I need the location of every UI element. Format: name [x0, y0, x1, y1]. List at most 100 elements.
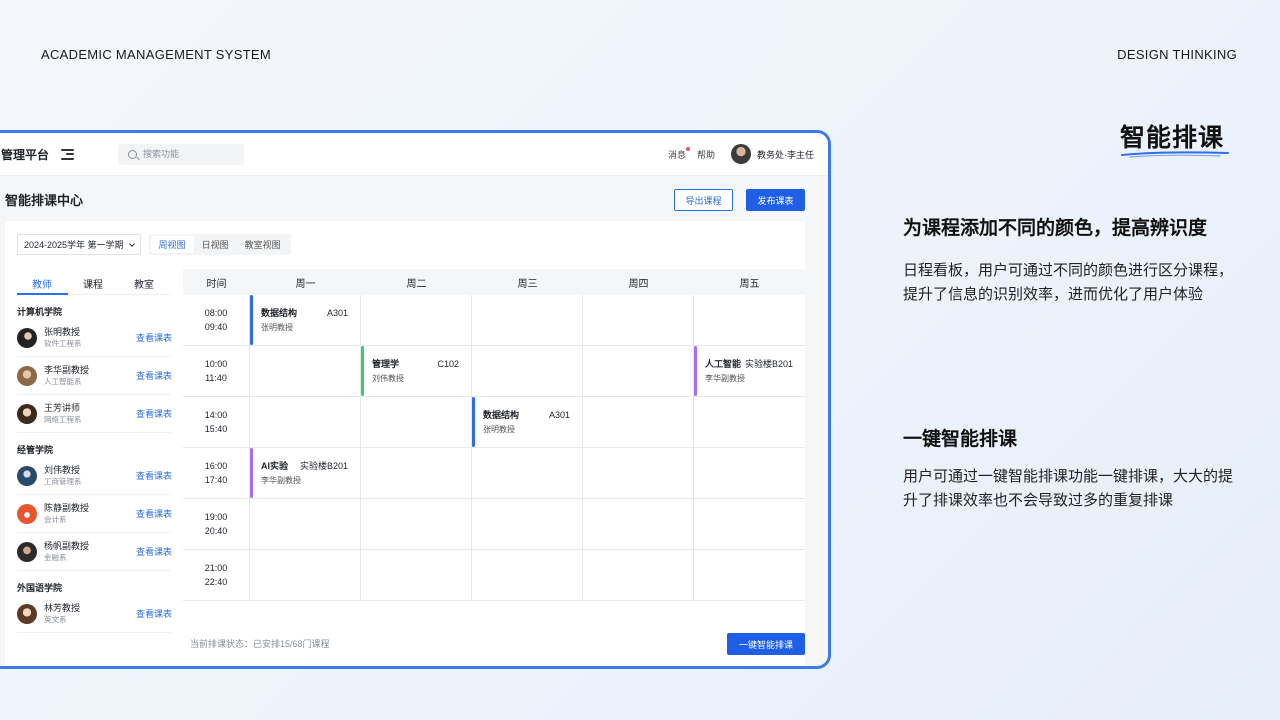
- teacher-item[interactable]: 林芳教授 英文系 查看课表: [17, 595, 172, 633]
- slot-end-time: 22:40: [204, 577, 228, 587]
- schedule-cell[interactable]: [472, 448, 583, 499]
- teacher-item[interactable]: 陈静副教授 会计系 查看课表: [17, 495, 172, 533]
- title-underline-decoration: [1121, 151, 1229, 158]
- top-bar: 管理平台 消息 帮助 教务处·李主任: [0, 133, 828, 176]
- sidebar-tab-teacher[interactable]: 教师: [32, 276, 52, 291]
- schedule-cell[interactable]: 数据结构 A301 张明教授: [250, 295, 361, 346]
- grid-header-wed: 周三: [517, 278, 538, 290]
- menu-fold-icon[interactable]: [61, 148, 75, 160]
- slot-end-time: 09:40: [204, 322, 228, 332]
- course-color-bar: [694, 346, 697, 396]
- schedule-cell[interactable]: [472, 346, 583, 397]
- grid-header-tue: 周二: [406, 278, 427, 290]
- messages-link[interactable]: 消息: [668, 146, 690, 161]
- teacher-item[interactable]: 杨帆副教授 金融系 查看课表: [17, 533, 172, 571]
- term-select[interactable]: 2024-2025学年 第一学期: [17, 234, 141, 255]
- publish-schedule-button[interactable]: 发布课表: [746, 189, 805, 211]
- view-schedule-link[interactable]: 查看课表: [136, 469, 172, 482]
- schedule-cell[interactable]: [694, 295, 805, 346]
- view-schedule-link[interactable]: 查看课表: [136, 607, 172, 620]
- feature-title: 智能排课: [1120, 124, 1225, 152]
- schedule-cell[interactable]: [694, 550, 805, 601]
- course-name: 人工智能: [705, 359, 742, 369]
- help-link[interactable]: 帮助: [697, 148, 715, 161]
- search-input[interactable]: [143, 149, 234, 159]
- course-card[interactable]: 管理学 C102 刘伟教授: [361, 346, 471, 396]
- schedule-cell[interactable]: [250, 550, 361, 601]
- slot-end-time: 11:40: [205, 373, 227, 383]
- schedule-cell[interactable]: [361, 448, 472, 499]
- schedule-cell[interactable]: [694, 397, 805, 448]
- search-box[interactable]: [118, 143, 245, 165]
- teacher-name: 林芳教授: [44, 603, 81, 613]
- course-name: 管理学: [372, 359, 400, 369]
- department-heading: 外国语学院: [17, 583, 63, 593]
- course-card[interactable]: 数据结构 A301 张明教授: [250, 295, 360, 345]
- schedule-cell[interactable]: [583, 346, 694, 397]
- schedule-cell[interactable]: [472, 499, 583, 550]
- sidebar-tabs: 教师 课程 教室: [17, 269, 171, 295]
- term-select-value: 2024-2025学年 第一学期: [24, 240, 124, 250]
- teacher-item[interactable]: 张明教授 软件工程系 查看课表: [17, 319, 172, 357]
- schedule-cell[interactable]: [361, 550, 472, 601]
- schedule-cell[interactable]: [250, 346, 361, 397]
- course-card[interactable]: 数据结构 A301 张明教授: [472, 397, 582, 447]
- schedule-cell[interactable]: [472, 295, 583, 346]
- export-course-button[interactable]: 导出课程: [674, 189, 733, 211]
- teacher-item[interactable]: 刘伟教授 工商管理系 查看课表: [17, 457, 172, 495]
- slot-start-time: 21:00: [204, 563, 228, 573]
- schedule-cell[interactable]: AI实验 实验楼B201 李华副教授: [250, 448, 361, 499]
- view-schedule-link[interactable]: 查看课表: [136, 407, 172, 420]
- teacher-sidebar: 教师 课程 教室 计算机学院 张明教授 软件工程系 查看课表 李华副教授 人工智能系 查看课…: [5, 269, 183, 666]
- tab-classroom-view[interactable]: 教室视图: [237, 236, 289, 253]
- schedule-cell[interactable]: [583, 448, 694, 499]
- section1-title: 为课程添加不同的颜色，提高辨识度: [903, 218, 1208, 239]
- view-schedule-link[interactable]: 查看课表: [136, 545, 172, 558]
- view-schedule-link[interactable]: 查看课表: [136, 331, 172, 344]
- course-color-bar: [250, 295, 253, 345]
- schedule-cell[interactable]: [583, 550, 694, 601]
- teacher-major: 人工智能系: [44, 377, 82, 386]
- sidebar-tab-course[interactable]: 课程: [83, 276, 103, 291]
- schedule-cell[interactable]: [583, 295, 694, 346]
- teacher-major: 网络工程系: [44, 415, 82, 424]
- schedule-cell[interactable]: [583, 397, 694, 448]
- user-name[interactable]: 教务处·李主任: [757, 148, 814, 161]
- teacher-name: 王芳讲师: [44, 403, 81, 413]
- time-slot-row: 19:00 20:40: [183, 499, 805, 550]
- view-schedule-link[interactable]: 查看课表: [136, 369, 172, 382]
- view-tabs: 周视图 日视图 教室视图: [148, 234, 291, 255]
- schedule-cell[interactable]: 数据结构 A301 张明教授: [472, 397, 583, 448]
- teacher-item[interactable]: 李华副教授 人工智能系 查看课表: [17, 357, 172, 395]
- schedule-cell[interactable]: [472, 550, 583, 601]
- teacher-name: 刘伟教授: [44, 465, 81, 475]
- schedule-cell[interactable]: [361, 499, 472, 550]
- user-avatar[interactable]: [731, 144, 751, 164]
- teacher-avatar: [17, 327, 37, 348]
- schedule-cell[interactable]: [361, 295, 472, 346]
- view-schedule-link[interactable]: 查看课表: [136, 507, 172, 520]
- tab-week-view[interactable]: 周视图: [150, 236, 194, 253]
- teacher-item[interactable]: 王芳讲师网络工程系 查看课表: [17, 395, 172, 433]
- page-title: 智能排课中心: [5, 193, 84, 208]
- schedule-cell[interactable]: [361, 397, 472, 448]
- schedule-cell[interactable]: 人工智能 实验楼B201 李华副教授: [694, 346, 805, 397]
- teacher-avatar: [17, 503, 37, 524]
- time-slot-label: 10:00 11:40: [183, 346, 250, 397]
- schedule-cell[interactable]: [694, 448, 805, 499]
- sidebar-tab-classroom[interactable]: 教室: [134, 276, 154, 291]
- time-slot-row: 10:00 11:40 管理学 C102 刘伟教授 人工智能 实验楼B201 李华副教授: [183, 346, 805, 397]
- schedule-cell[interactable]: [250, 397, 361, 448]
- course-card[interactable]: 人工智能 实验楼B201 李华副教授: [694, 346, 805, 396]
- tab-day-view[interactable]: 日视图: [194, 236, 237, 253]
- schedule-cell[interactable]: [694, 499, 805, 550]
- schedule-cell[interactable]: [583, 499, 694, 550]
- slot-end-time: 15:40: [204, 424, 228, 434]
- smart-schedule-button[interactable]: 一键智能排课: [727, 633, 805, 655]
- course-room: 实验楼B201: [299, 461, 348, 471]
- schedule-cell[interactable]: 管理学 C102 刘伟教授: [361, 346, 472, 397]
- course-color-bar: [472, 397, 475, 447]
- course-card[interactable]: AI实验 实验楼B201 李华副教授: [250, 448, 360, 498]
- grid-header-fri: 周五: [739, 278, 760, 290]
- schedule-cell[interactable]: [250, 499, 361, 550]
